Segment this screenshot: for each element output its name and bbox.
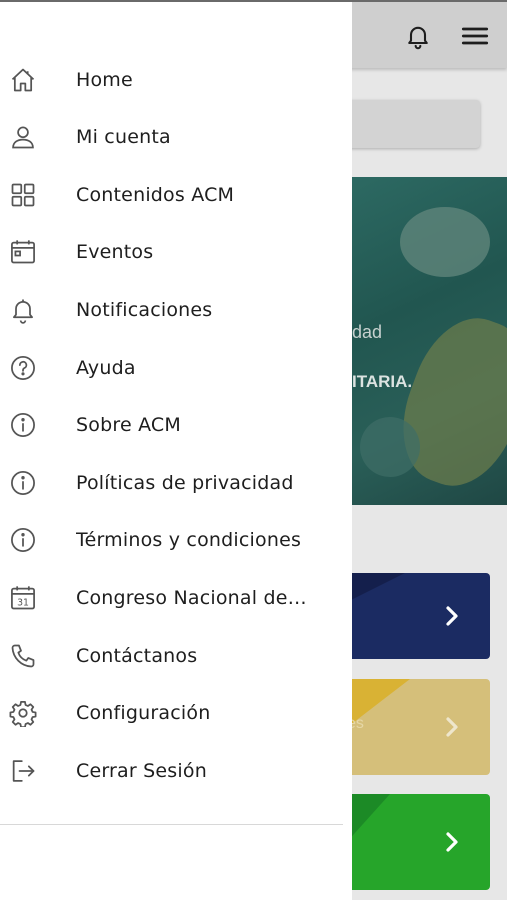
banner-text-line1: dad bbox=[352, 322, 383, 342]
drawer-item-terminos-condiciones[interactable]: Términos y condiciones bbox=[0, 513, 352, 567]
category-card-green[interactable] bbox=[345, 794, 490, 890]
bell-icon bbox=[8, 295, 38, 325]
help-icon bbox=[8, 353, 38, 383]
home-icon bbox=[8, 65, 38, 95]
drawer-item-label: Eventos bbox=[76, 241, 154, 263]
category-card-blue[interactable] bbox=[345, 573, 490, 659]
navigation-drawer: Home Mi cuenta Contenidos ACM Eventos No… bbox=[0, 0, 352, 900]
drawer-item-cerrar-sesion[interactable]: Cerrar Sesión bbox=[0, 744, 352, 798]
calendar-icon bbox=[8, 237, 38, 267]
grid-icon bbox=[8, 180, 38, 210]
banner-text-line2: ITARIA. bbox=[352, 372, 413, 391]
drawer-item-label: Congreso Nacional de ... bbox=[76, 587, 312, 609]
drawer-item-label: Cerrar Sesión bbox=[76, 760, 207, 782]
drawer-item-sobre-acm[interactable]: Sobre ACM bbox=[0, 398, 352, 452]
hero-banner[interactable]: dad ITARIA. bbox=[340, 177, 507, 505]
drawer-item-label: Ayuda bbox=[76, 357, 136, 379]
gear-icon bbox=[8, 698, 38, 728]
drawer-item-ayuda[interactable]: Ayuda bbox=[0, 341, 352, 395]
info-icon bbox=[8, 468, 38, 498]
drawer-item-label: Mi cuenta bbox=[76, 126, 171, 148]
bell-icon[interactable] bbox=[404, 22, 432, 50]
info-icon bbox=[8, 525, 38, 555]
svg-text:31: 31 bbox=[17, 598, 29, 609]
drawer-divider bbox=[0, 824, 343, 825]
drawer-item-politicas-privacidad[interactable]: Políticas de privacidad bbox=[0, 456, 352, 510]
drawer-item-eventos[interactable]: Eventos bbox=[0, 225, 352, 279]
drawer-item-notificaciones[interactable]: Notificaciones bbox=[0, 283, 352, 337]
chevron-right-icon bbox=[446, 832, 458, 852]
search-bar[interactable] bbox=[340, 100, 480, 148]
drawer-item-configuracion[interactable]: Configuración bbox=[0, 686, 352, 740]
drawer-item-contenidos-acm[interactable]: Contenidos ACM bbox=[0, 168, 352, 222]
drawer-item-label: Contáctanos bbox=[76, 645, 198, 667]
category-card-gold[interactable]: es bbox=[345, 679, 490, 775]
drawer-item-contactanos[interactable]: Contáctanos bbox=[0, 629, 352, 683]
hamburger-menu-icon[interactable] bbox=[461, 24, 489, 48]
calendar-31-icon: 31 bbox=[8, 583, 38, 613]
drawer-item-label: Contenidos ACM bbox=[76, 184, 235, 206]
drawer-item-label: Términos y condiciones bbox=[76, 529, 302, 551]
drawer-item-congreso-nacional[interactable]: 31 Congreso Nacional de ... bbox=[0, 571, 352, 625]
drawer-item-home[interactable]: Home bbox=[0, 53, 352, 107]
drawer-item-label: Notificaciones bbox=[76, 299, 213, 321]
user-icon bbox=[8, 122, 38, 152]
drawer-item-label: Sobre ACM bbox=[76, 414, 181, 436]
drawer-item-label: Políticas de privacidad bbox=[76, 472, 294, 494]
drawer-item-label: Configuración bbox=[76, 702, 211, 724]
drawer-item-mi-cuenta[interactable]: Mi cuenta bbox=[0, 110, 352, 164]
chevron-right-icon bbox=[446, 717, 458, 737]
info-icon bbox=[8, 410, 38, 440]
chevron-right-icon bbox=[446, 606, 458, 626]
phone-icon bbox=[8, 641, 38, 671]
drawer-item-label: Home bbox=[76, 69, 133, 91]
logout-icon bbox=[8, 756, 38, 786]
